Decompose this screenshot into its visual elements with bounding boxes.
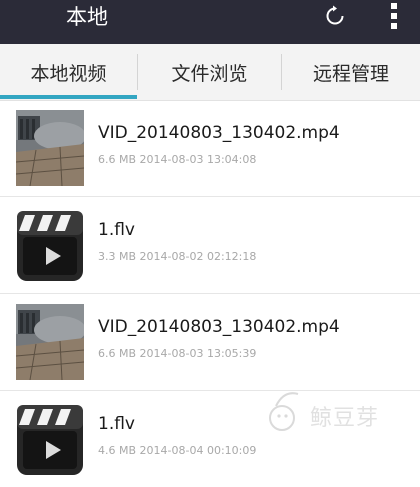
tab-file-browse[interactable]: 文件浏览 — [138, 44, 281, 100]
file-size: 4.6 MB — [98, 444, 137, 457]
file-date: 2014-08-02 02:12:18 — [139, 250, 257, 263]
tab-label: 本地视频 — [30, 62, 107, 85]
file-date: 2014-08-04 00:10:09 — [139, 444, 257, 457]
action-bar: 本地 — [0, 0, 420, 44]
file-meta: 6.6 MB 2014-08-03 13:04:08 — [98, 153, 256, 166]
list-item[interactable]: VID_20140803_130402.mp4 6.6 MB 2014-08-0… — [0, 100, 420, 197]
watermark: 鲸豆芽 — [262, 388, 392, 436]
clapperboard-icon — [16, 207, 84, 283]
tab-local-video[interactable]: 本地视频 — [0, 44, 137, 100]
file-name: 1.flv — [98, 220, 135, 240]
file-meta: 3.3 MB 2014-08-02 02:12:18 — [98, 250, 256, 263]
watermark-logo-icon — [269, 392, 299, 431]
file-name: VID_20140803_130402.mp4 — [98, 123, 340, 143]
file-date: 2014-08-03 13:05:39 — [139, 347, 257, 360]
file-date: 2014-08-03 13:04:08 — [139, 153, 257, 166]
list-item[interactable]: VID_20140803_130402.mp4 6.6 MB 2014-08-0… — [0, 294, 420, 391]
file-size: 3.3 MB — [98, 250, 137, 263]
watermark-text: 鲸豆芽 — [310, 406, 380, 431]
file-name: 1.flv — [98, 414, 135, 434]
page-title: 本地 — [66, 5, 108, 29]
tab-remote-manage[interactable]: 远程管理 — [282, 44, 420, 100]
tab-bar: 本地视频 文件浏览 远程管理 — [0, 44, 420, 101]
active-tab-indicator — [0, 95, 137, 99]
tab-label: 文件浏览 — [171, 62, 248, 85]
file-meta: 6.6 MB 2014-08-03 13:05:39 — [98, 347, 256, 360]
file-meta: 4.6 MB 2014-08-04 00:10:09 — [98, 444, 256, 457]
clapperboard-icon — [16, 401, 84, 477]
more-vert-icon[interactable] — [386, 2, 402, 32]
file-size: 6.6 MB — [98, 153, 137, 166]
file-size: 6.6 MB — [98, 347, 137, 360]
video-thumbnail — [16, 304, 84, 380]
file-name: VID_20140803_130402.mp4 — [98, 317, 340, 337]
refresh-icon[interactable] — [322, 3, 348, 29]
list-item[interactable]: 1.flv 3.3 MB 2014-08-02 02:12:18 — [0, 197, 420, 294]
tab-label: 远程管理 — [312, 62, 389, 85]
video-thumbnail — [16, 110, 84, 186]
